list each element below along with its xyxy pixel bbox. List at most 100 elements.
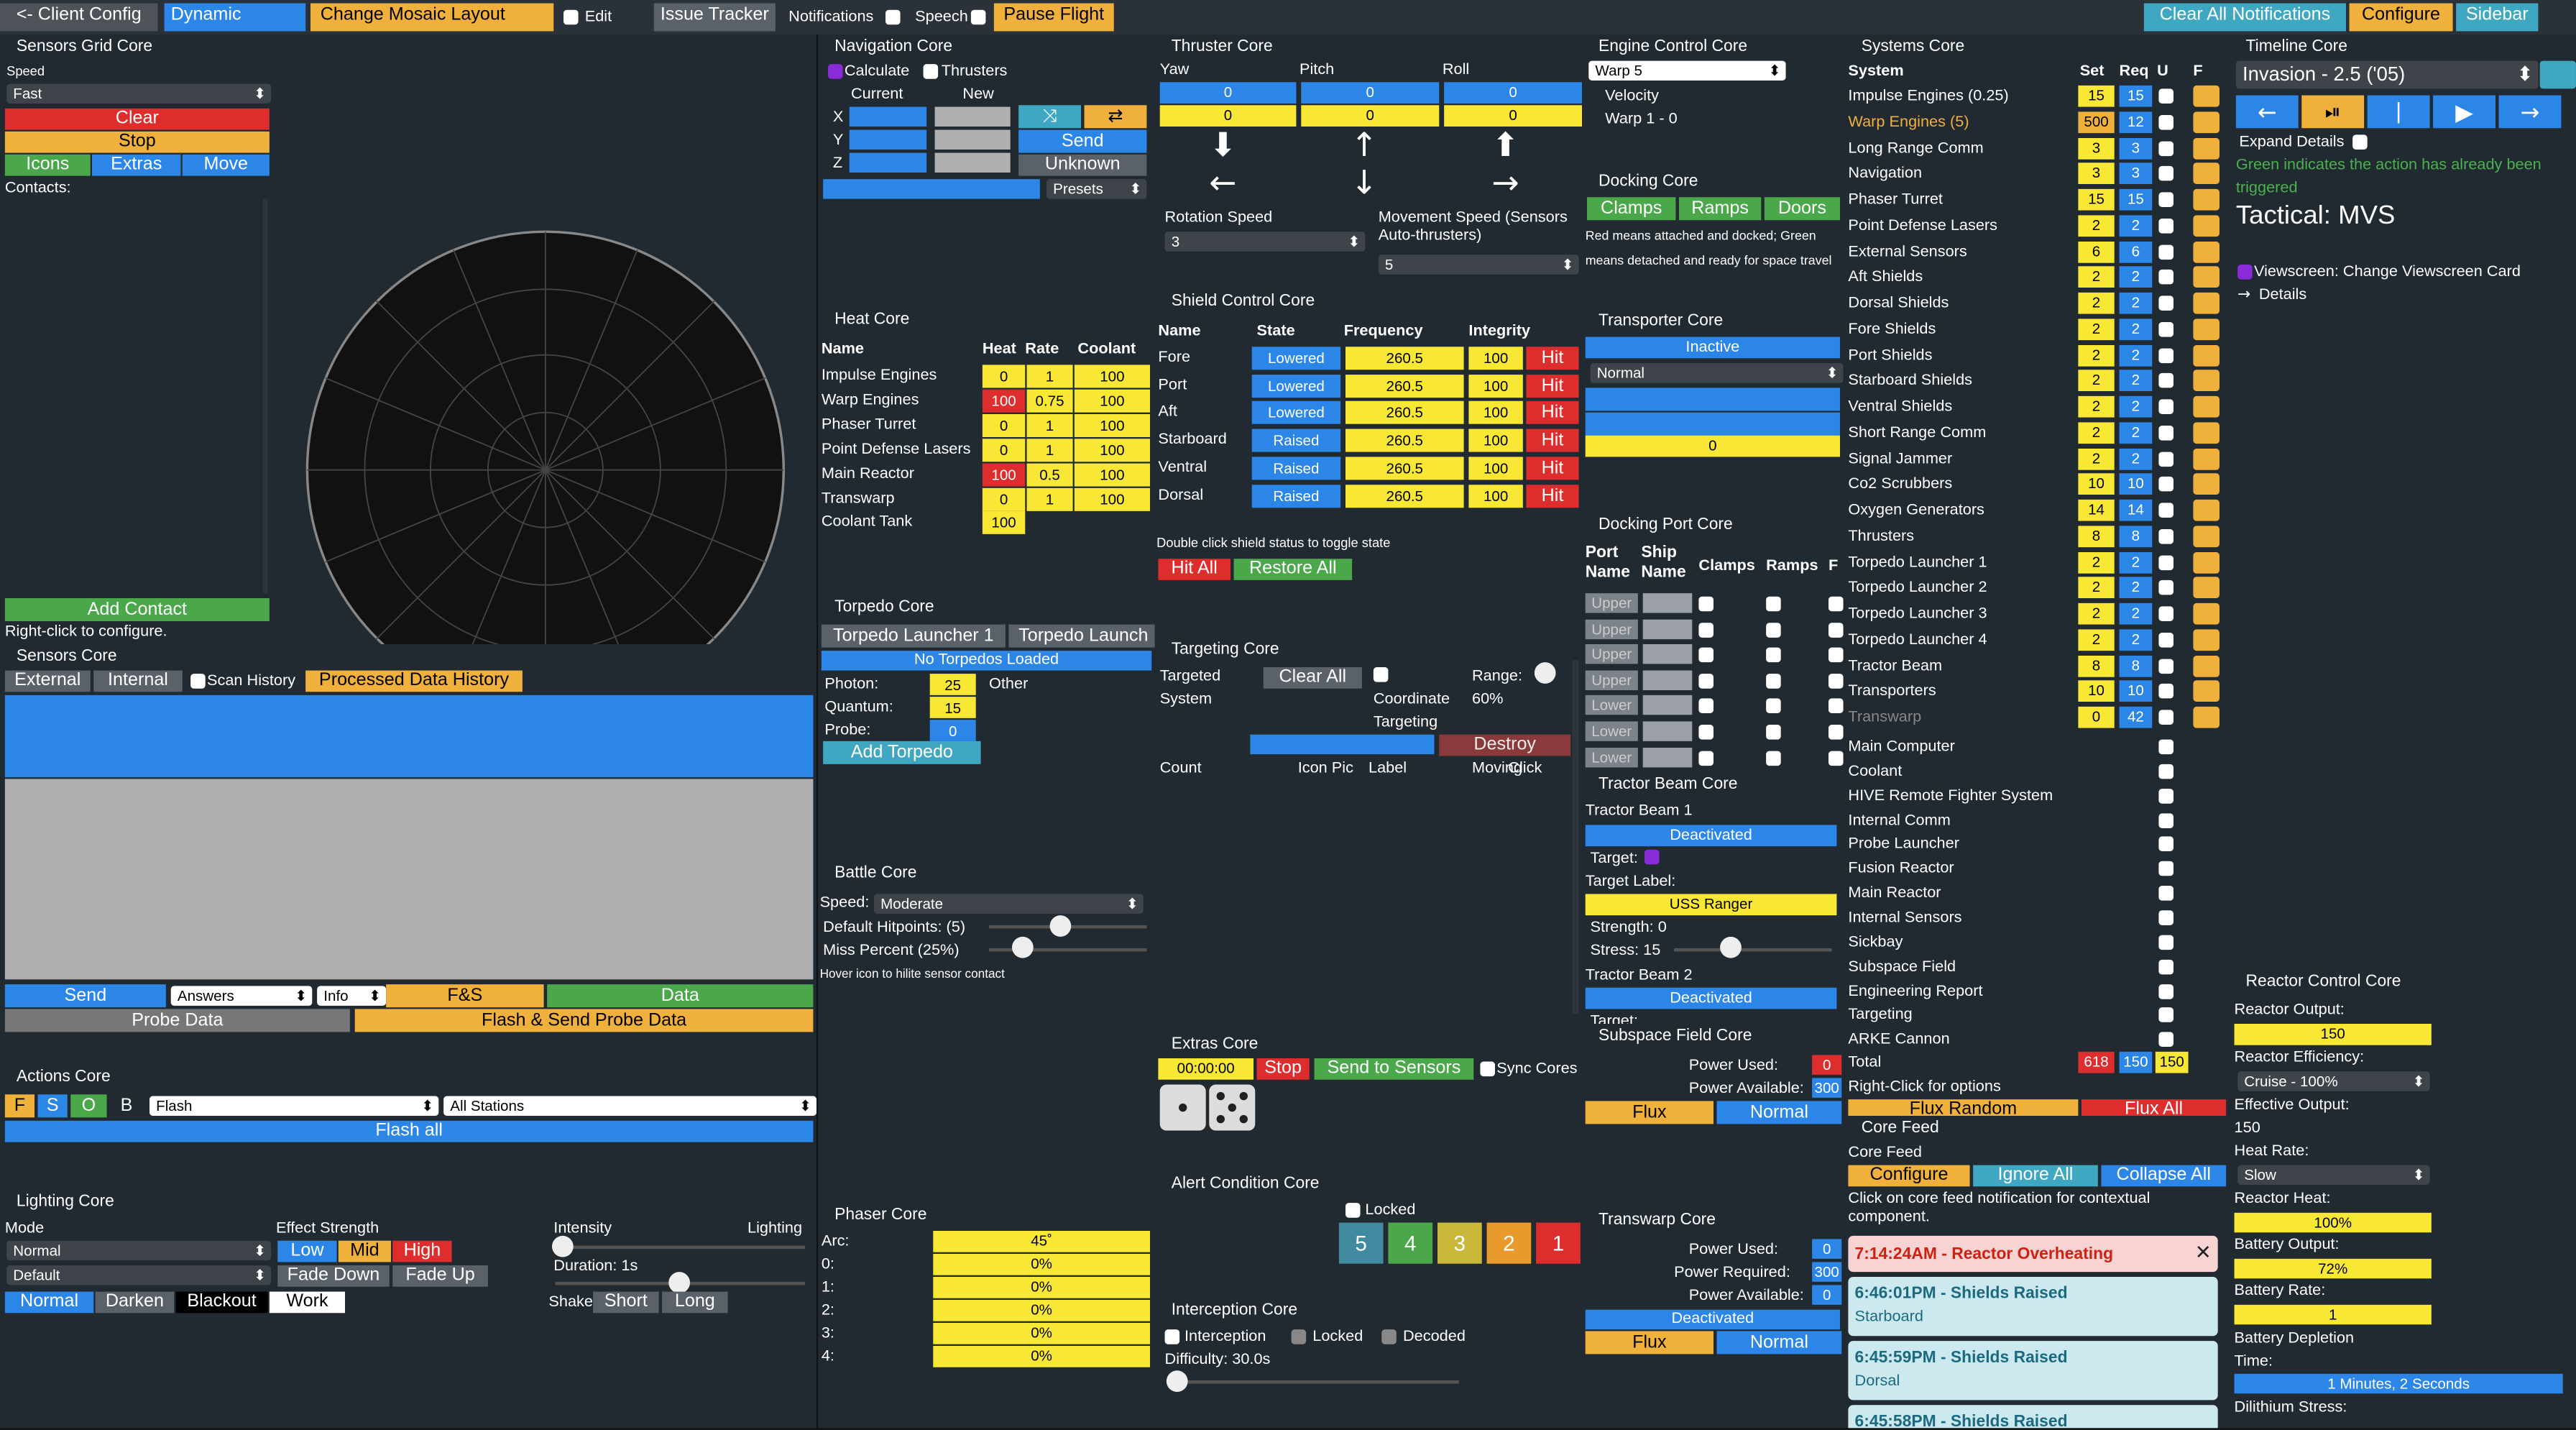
system-u-checkbox[interactable] [2158, 451, 2174, 466]
feed-configure-button[interactable]: Configure [1848, 1165, 1970, 1187]
mission-select[interactable]: Invasion - 2.5 ('05) [2235, 60, 2539, 89]
ship-name-input[interactable] [1642, 593, 1693, 613]
alert-level-3-button[interactable]: 3 [1437, 1222, 1482, 1264]
system-u-checkbox[interactable] [2158, 114, 2174, 129]
doors-checkbox[interactable] [1828, 622, 1844, 637]
extras-button[interactable]: Extras [91, 154, 181, 176]
new-x-input[interactable] [934, 106, 1011, 127]
system-u-checkbox[interactable] [2158, 861, 2174, 876]
system-f-button[interactable] [2193, 162, 2220, 185]
collapse-all-button[interactable]: Collapse All [2101, 1165, 2227, 1187]
darken-button[interactable]: Darken [95, 1291, 175, 1314]
battle-speed-select[interactable]: Moderate [873, 894, 1144, 914]
play-icon[interactable]: ▶ [2433, 95, 2496, 129]
mission-extra-button[interactable] [2539, 60, 2576, 89]
locked-checkbox[interactable] [1291, 1329, 1307, 1344]
system-u-checkbox[interactable] [2158, 935, 2174, 950]
ship-name-input[interactable] [1642, 670, 1693, 690]
details-label[interactable]: Details [2259, 286, 2306, 305]
movement-speed-select[interactable]: 5 [1378, 255, 1579, 275]
restore-all-button[interactable]: Restore All [1233, 559, 1353, 580]
system-u-checkbox[interactable] [2158, 166, 2174, 181]
clamps-checkbox[interactable] [1698, 750, 1714, 766]
system-set-input[interactable]: 0 [2078, 706, 2115, 728]
system-u-checkbox[interactable] [2158, 218, 2174, 233]
system-set-input[interactable]: 500 [2078, 111, 2115, 133]
system-u-checkbox[interactable] [2158, 140, 2174, 155]
swap-icon[interactable]: ⇄ [1084, 105, 1147, 129]
thrusters-checkbox[interactable] [923, 64, 939, 79]
hitpoints-slider-handle[interactable] [1049, 915, 1072, 937]
close-icon[interactable]: ✕ [2195, 1241, 2212, 1265]
nav-send-button[interactable]: Send [1018, 129, 1147, 153]
shield-hit-button[interactable]: Hit [1526, 347, 1579, 370]
coolant-value[interactable]: 100 [1074, 463, 1150, 487]
effect-mid-button[interactable]: Mid [338, 1240, 391, 1262]
system-u-checkbox[interactable] [2158, 959, 2174, 974]
change-mosaic-select[interactable]: Change Mosaic Layout [310, 3, 554, 32]
system-u-checkbox[interactable] [2158, 192, 2174, 207]
feed-item-shields-raised-starboard[interactable]: 6:46:01PM - Shields Raised Starboard [1848, 1276, 2218, 1337]
system-set-input[interactable]: 2 [2078, 395, 2115, 418]
system-set-input[interactable]: 3 [2078, 162, 2115, 185]
step-back-icon[interactable]: ← [2235, 95, 2299, 129]
system-set-input[interactable]: 10 [2078, 473, 2115, 495]
system-set-input[interactable]: 6 [2078, 240, 2115, 262]
shield-frequency-input[interactable]: 260.5 [1345, 484, 1464, 508]
expand-details-checkbox[interactable] [2352, 134, 2368, 150]
difficulty-slider-handle[interactable] [1166, 1370, 1188, 1392]
system-set-input[interactable]: 15 [2078, 188, 2115, 211]
unknown-button[interactable]: Unknown [1018, 154, 1147, 176]
system-u-checkbox[interactable] [2158, 837, 2174, 852]
system-f-button[interactable] [2193, 395, 2220, 418]
alert-locked-checkbox[interactable] [1345, 1203, 1361, 1218]
intensity-slider-handle[interactable] [551, 1235, 574, 1257]
shield-hit-button[interactable]: Hit [1526, 428, 1579, 452]
ramps-checkbox[interactable] [1766, 724, 1781, 740]
shield-frequency-input[interactable]: 260.5 [1345, 347, 1464, 370]
shield-frequency-input[interactable]: 260.5 [1345, 401, 1464, 425]
coolant-value[interactable]: 100 [1074, 487, 1150, 511]
warp-select[interactable]: Warp 5 [1588, 60, 1786, 81]
feed-item-reactor-overheating[interactable]: 7:14:24AM - Reactor Overheating ✕ [1848, 1235, 2218, 1273]
shield-hit-button[interactable]: Hit [1526, 456, 1579, 480]
transwarp-flux-button[interactable]: Flux [1585, 1331, 1714, 1355]
probe-count[interactable]: 0 [929, 720, 976, 741]
info-select[interactable]: Info [317, 986, 387, 1006]
system-u-checkbox[interactable] [2158, 983, 2174, 999]
flux-random-button[interactable]: Flux Random [1848, 1099, 2079, 1116]
doors-checkbox[interactable] [1828, 596, 1844, 612]
clamps-button[interactable]: Clamps [1586, 197, 1676, 221]
edit-checkbox[interactable] [563, 9, 579, 25]
system-set-input[interactable]: 2 [2078, 318, 2115, 340]
system-u-checkbox[interactable] [2158, 632, 2174, 647]
presets-select[interactable]: Presets [1046, 179, 1147, 199]
yaw-left-arrow-icon[interactable]: ← [1209, 166, 1236, 199]
effect-high-button[interactable]: High [392, 1240, 452, 1262]
system-u-checkbox[interactable] [2158, 295, 2174, 311]
doors-checkbox[interactable] [1828, 750, 1844, 766]
extras-stop-button[interactable]: Stop [1256, 1058, 1310, 1080]
data-button[interactable]: Data [547, 984, 814, 1008]
heat-value[interactable]: 0 [982, 487, 1026, 511]
notifications-checkbox[interactable] [885, 9, 901, 25]
fade-down-button[interactable]: Fade Down [277, 1265, 390, 1287]
dice-icon[interactable] [1158, 1083, 1260, 1132]
scan-history-checkbox[interactable] [190, 674, 206, 689]
phaser-value[interactable]: 45˚ [933, 1230, 1150, 1252]
new-y-input[interactable] [934, 129, 1011, 150]
effect-low-button[interactable]: Low [277, 1240, 337, 1262]
stop-button[interactable]: Stop [4, 131, 270, 153]
step-icon[interactable]: | [2367, 95, 2430, 129]
flash-send-probe-data-button[interactable]: Flash & Send Probe Data [354, 1009, 814, 1032]
clamps-checkbox[interactable] [1698, 647, 1714, 663]
target-label-input[interactable]: USS Ranger [1585, 894, 1837, 916]
phaser-value[interactable]: 0% [933, 1322, 1150, 1344]
shield-integrity-input[interactable]: 100 [1468, 456, 1523, 480]
issue-tracker-button[interactable]: Issue Tracker [653, 3, 776, 32]
add-contact-button[interactable]: Add Contact [4, 597, 270, 621]
system-f-button[interactable] [2193, 137, 2220, 159]
clamps-checkbox[interactable] [1698, 596, 1714, 612]
system-f-button[interactable] [2193, 240, 2220, 262]
system-f-button[interactable] [2193, 706, 2220, 728]
